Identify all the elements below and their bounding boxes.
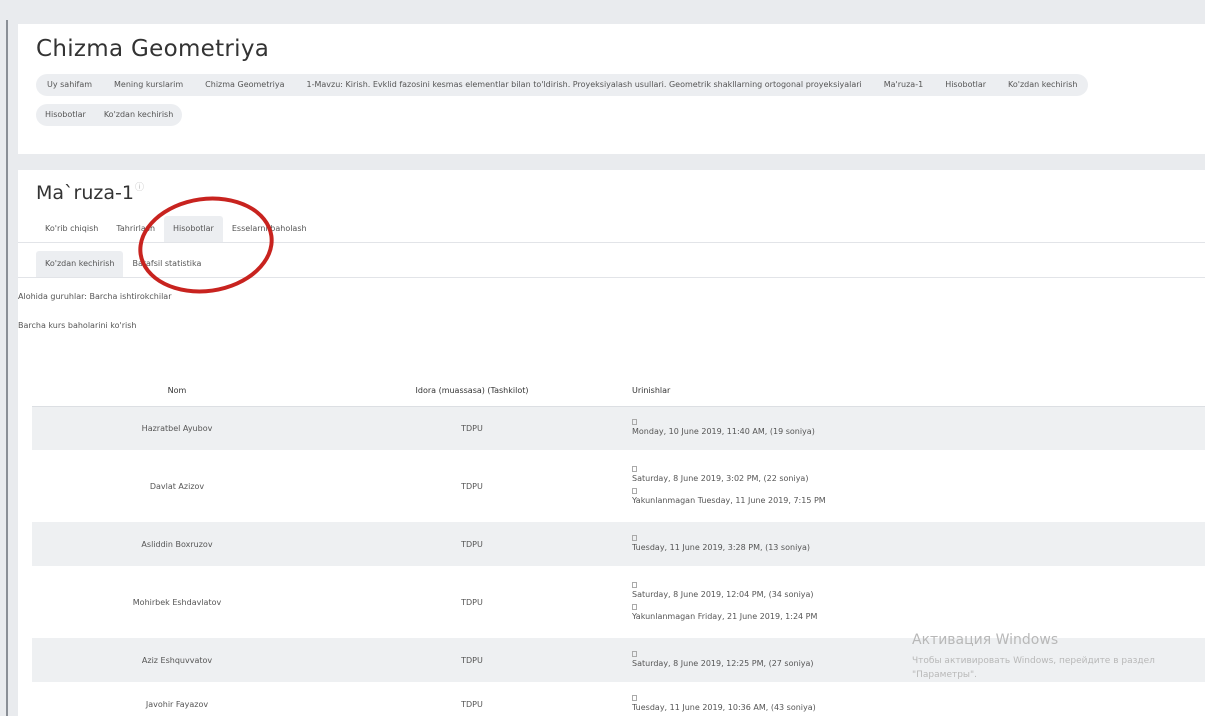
breadcrumb-item-overview[interactable]: Ko'zdan kechirish [997,74,1089,96]
breadcrumb-item-reports[interactable]: Hisobotlar [934,74,998,96]
attempt-link[interactable]: Saturday, 8 June 2019, 12:04 PM, (34 son… [632,589,1205,600]
groups-selector[interactable]: Alohida guruhlar: Barcha ishtirokchilar [18,292,1205,301]
student-institution: TDPU [322,566,622,638]
table-row: Asliddin Boxruzov TDPU Tuesday, 11 June … [32,522,1205,566]
breadcrumb-item-lecture[interactable]: Ma'ruza-1 [872,74,935,96]
help-icon[interactable]: ⓘ [135,180,144,193]
subtab-overview[interactable]: Ko'zdan kechirish [36,251,124,277]
student-name[interactable]: Aziz Eshquvvatov [32,638,322,682]
table-row: Javohir Fayazov TDPU Tuesday, 11 June 20… [32,682,1205,716]
attempt-link[interactable]: Monday, 10 June 2019, 11:40 AM, (19 soni… [632,426,1205,437]
attempt-link[interactable]: Tuesday, 11 June 2019, 10:36 AM, (43 son… [632,702,1205,713]
breadcrumb-item-my-courses[interactable]: Mening kurslarim [103,74,195,96]
attempts-cell: Tuesday, 11 June 2019, 3:28 PM, (13 soni… [622,522,1205,566]
attempt-select-checkbox[interactable] [632,604,637,610]
page-header: Chizma Geometriya Uy sahifam Mening kurs… [18,24,1205,154]
breadcrumb: Uy sahifam Mening kurslarim Chizma Geome… [36,74,1204,126]
breadcrumb-item-home[interactable]: Uy sahifam [36,74,104,96]
attempt-link[interactable]: Saturday, 8 June 2019, 3:02 PM, (22 soni… [632,473,1205,484]
watermark-title: Активация Windows [912,632,1059,648]
student-name[interactable]: Davlat Azizov [32,450,322,522]
student-institution: TDPU [322,450,622,522]
attempt-link[interactable]: Tuesday, 11 June 2019, 3:28 PM, (13 soni… [632,542,1205,553]
table-row: Hazratbel Ayubov TDPU Monday, 10 June 20… [32,406,1205,450]
attempt-select-checkbox[interactable] [632,466,637,472]
attempt-select-checkbox[interactable] [632,582,637,588]
breadcrumb-item-topic[interactable]: 1-Mavzu: Kirish. Evklid fazosini kesmas … [295,74,873,96]
student-institution: TDPU [322,682,622,716]
tab-reports[interactable]: Hisobotlar [164,216,223,242]
watermark-line-1: Чтобы активировать Windows, перейдите в … [912,656,1155,666]
student-institution: TDPU [322,406,622,450]
module-tabs: Ko'rib chiqish Tahrirlash Hisobotlar Ess… [36,216,1205,242]
student-name[interactable]: Javohir Fayazov [32,682,322,716]
attempts-cell: Saturday, 8 June 2019, 3:02 PM, (22 soni… [622,450,1205,522]
attempt-select-checkbox[interactable] [632,695,637,701]
subtab-detailed-statistics[interactable]: Batafsil statistika [123,251,210,277]
attempt-link[interactable]: Yakunlanmagan Friday, 21 June 2019, 1:24… [632,611,1205,622]
student-institution: TDPU [322,638,622,682]
tab-edit[interactable]: Tahrirlash [107,216,164,242]
page-left-border [6,20,8,716]
module-title: Ma`ruza-1 [36,182,134,204]
attempt-link[interactable]: Yakunlanmagan Tuesday, 11 June 2019, 7:1… [632,495,1205,506]
attempts-cell: Monday, 10 June 2019, 11:40 AM, (19 soni… [622,406,1205,450]
attempts-cell: Tuesday, 11 June 2019, 10:36 AM, (43 son… [622,682,1205,716]
table-row: Mohirbek Eshdavlatov TDPU Saturday, 8 Ju… [32,566,1205,638]
student-name[interactable]: Hazratbel Ayubov [32,406,322,450]
attempt-select-checkbox[interactable] [632,651,637,657]
student-name[interactable]: Mohirbek Eshdavlatov [32,566,322,638]
windows-activation-watermark: Активация Windows Чтобы активировать Win… [912,632,1205,682]
attempts-cell: Saturday, 8 June 2019, 12:04 PM, (34 son… [622,566,1205,638]
column-header-attempts: Urinishlar [622,376,1205,407]
report-subtabs: Ko'zdan kechirish Batafsil statistika [36,251,1205,277]
breadcrumb-item-reports-2[interactable]: Hisobotlar [36,104,95,126]
column-header-institution[interactable]: Idora (muassasa) (Tashkilot) [322,376,622,407]
tabs-divider [18,242,1205,243]
student-name[interactable]: Asliddin Boxruzov [32,522,322,566]
breadcrumb-item-overview-2[interactable]: Ko'zdan kechirish [94,104,183,126]
table-header-row: Nom Idora (muassasa) (Tashkilot) Urinish… [32,376,1205,407]
tab-grade-essays[interactable]: Esselarni baholash [223,216,316,242]
tab-view[interactable]: Ko'rib chiqish [36,216,107,242]
student-institution: TDPU [322,522,622,566]
page-title: Chizma Geometriya [36,36,270,62]
view-all-grades-link[interactable]: Barcha kurs baholarini ko'rish [18,321,1205,330]
watermark-line-2: "Параметры". [912,670,978,680]
attempt-select-checkbox[interactable] [632,419,637,426]
module-title-wrap: Ma`ruza-1 ⓘ [36,182,1205,204]
subtabs-divider [18,277,1205,278]
breadcrumb-item-course[interactable]: Chizma Geometriya [194,74,296,96]
attempt-select-checkbox[interactable] [632,535,637,541]
attempt-select-checkbox[interactable] [632,488,637,494]
column-header-name[interactable]: Nom [32,376,322,407]
breadcrumb-row-2: Hisobotlar Ko'zdan kechirish [36,104,183,126]
table-row: Davlat Azizov TDPU Saturday, 8 June 2019… [32,450,1205,522]
